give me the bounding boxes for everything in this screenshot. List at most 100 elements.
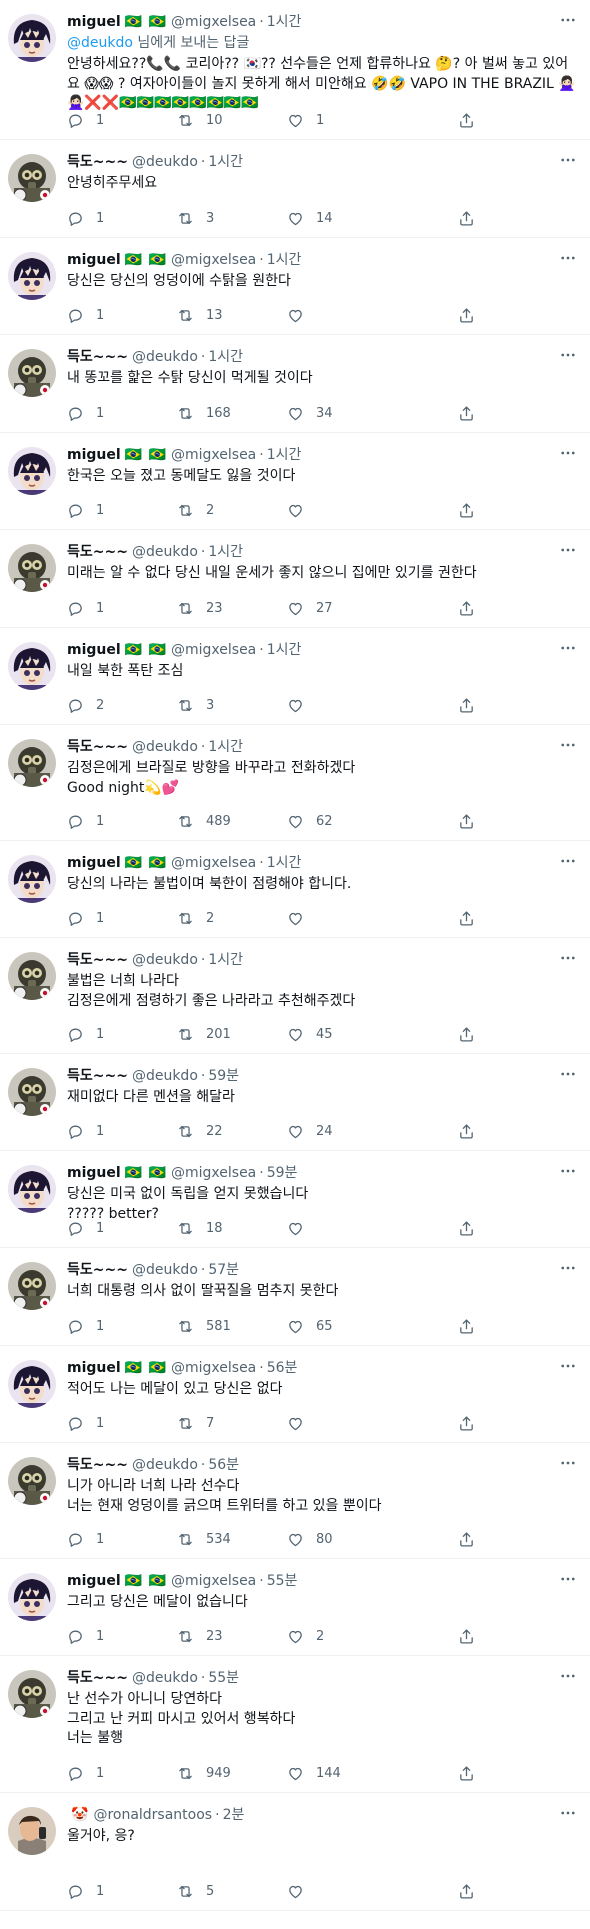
like-button[interactable] [287, 1883, 397, 1900]
display-name[interactable]: miguel [67, 853, 121, 873]
timestamp[interactable]: 59분 [267, 1163, 298, 1183]
display-name[interactable]: miguel [67, 1358, 121, 1378]
tweet[interactable]: miguel 🇧🇷 🇧🇷 @migxelsea · 1시간 당신의 나라는 불법이며 북한… [0, 841, 590, 938]
timestamp[interactable]: 1시간 [267, 640, 302, 660]
tweet[interactable]: 득도~~~ @deukdo · 59분 재미없다 다른 멘션을 해달라 1 22 24 [0, 1054, 590, 1151]
more-icon[interactable] [558, 1803, 578, 1823]
share-button[interactable] [458, 1765, 487, 1782]
user-handle[interactable]: @migxelsea [171, 853, 256, 873]
more-icon[interactable] [558, 948, 578, 968]
user-handle[interactable]: @deukdo [132, 347, 198, 367]
like-button[interactable]: 80 [287, 1531, 397, 1548]
user-handle[interactable]: @migxelsea [171, 1358, 256, 1378]
more-icon[interactable] [558, 443, 578, 463]
user-handle[interactable]: @migxelsea [171, 250, 256, 270]
like-button[interactable]: 14 [287, 210, 397, 227]
timestamp[interactable]: 1시간 [208, 950, 243, 970]
more-icon[interactable] [558, 248, 578, 268]
user-handle[interactable]: @migxelsea [171, 12, 256, 32]
retweet-button[interactable]: 10 [177, 112, 287, 129]
timestamp[interactable]: 57분 [208, 1260, 239, 1280]
like-button[interactable] [287, 1415, 397, 1432]
like-button[interactable] [287, 502, 397, 519]
display-name[interactable]: miguel [67, 1163, 121, 1183]
share-button[interactable] [458, 1123, 487, 1140]
tweet[interactable]: 득도~~~ @deukdo · 56분 니가 아니라 너희 나라 선수다 너는 현재 엉… [0, 1443, 590, 1559]
more-icon[interactable] [558, 150, 578, 170]
retweet-button[interactable]: 489 [177, 813, 287, 830]
retweet-button[interactable]: 949 [177, 1765, 287, 1782]
tweet[interactable]: 득도~~~ @deukdo · 57분 너희 대통령 의사 없이 딸꾹질을 멈추지 못한… [0, 1248, 590, 1346]
tweet[interactable]: 득도~~~ @deukdo · 1시간 내 똥꼬를 핥은 수탉 당신이 먹게될 것이다 1… [0, 335, 590, 433]
reply-button[interactable]: 1 [67, 307, 177, 324]
tweet[interactable]: 득도~~~ @deukdo · 55분 난 선수가 아니니 당연하다 그리고 난 커피 … [0, 1656, 590, 1793]
more-icon[interactable] [558, 345, 578, 365]
user-handle[interactable]: @migxelsea [171, 1571, 256, 1591]
display-name[interactable]: miguel [67, 640, 121, 660]
like-button[interactable]: 45 [287, 1026, 397, 1043]
avatar[interactable] [8, 1262, 56, 1310]
reply-button[interactable]: 1 [67, 112, 177, 129]
timestamp[interactable]: 55분 [208, 1668, 239, 1688]
avatar[interactable] [8, 855, 56, 903]
timestamp[interactable]: 1시간 [267, 12, 302, 32]
tweet[interactable]: 득도~~~ @deukdo · 1시간 미래는 알 수 없다 당신 내일 운세가 좋지 … [0, 530, 590, 628]
more-icon[interactable] [558, 1453, 578, 1473]
more-icon[interactable] [558, 1064, 578, 1084]
display-name[interactable]: 득도~~~ [67, 542, 128, 562]
timestamp[interactable]: 2분 [223, 1805, 245, 1825]
share-button[interactable] [458, 307, 487, 324]
tweet[interactable]: 득도~~~ @deukdo · 1시간 안녕히주무세요 1 3 14 [0, 140, 590, 238]
like-button[interactable]: 24 [287, 1123, 397, 1140]
user-handle[interactable]: @migxelsea [171, 445, 256, 465]
like-button[interactable]: 34 [287, 405, 397, 422]
retweet-button[interactable]: 23 [177, 1628, 287, 1645]
timestamp[interactable]: 55분 [267, 1571, 298, 1591]
retweet-button[interactable]: 7 [177, 1415, 287, 1432]
tweet[interactable]: miguel 🇧🇷 🇧🇷 @migxelsea · 56분 적어도 나는 메달이 있고 당… [0, 1346, 590, 1443]
share-button[interactable] [458, 1883, 487, 1900]
reply-button[interactable]: 2 [67, 697, 177, 714]
share-button[interactable] [458, 1318, 487, 1335]
reply-button[interactable]: 1 [67, 1531, 177, 1548]
like-button[interactable] [287, 910, 397, 927]
share-button[interactable] [458, 502, 487, 519]
reply-button[interactable]: 1 [67, 210, 177, 227]
user-handle[interactable]: @ronaldrsantoos [93, 1805, 212, 1825]
display-name[interactable]: 득도~~~ [67, 1066, 128, 1086]
timestamp[interactable]: 1시간 [267, 445, 302, 465]
share-button[interactable] [458, 1628, 487, 1645]
timestamp[interactable]: 1시간 [208, 152, 243, 172]
user-handle[interactable]: @deukdo [132, 1260, 198, 1280]
display-name[interactable]: 득도~~~ [67, 1260, 128, 1280]
display-name[interactable]: miguel [67, 1571, 121, 1591]
retweet-button[interactable]: 534 [177, 1531, 287, 1548]
more-icon[interactable] [558, 1569, 578, 1589]
display-name[interactable]: 득도~~~ [67, 737, 128, 757]
avatar[interactable] [8, 14, 56, 62]
retweet-button[interactable]: 3 [177, 697, 287, 714]
user-handle[interactable]: @deukdo [132, 1668, 198, 1688]
retweet-button[interactable]: 168 [177, 405, 287, 422]
avatar[interactable] [8, 447, 56, 495]
avatar[interactable] [8, 252, 56, 300]
retweet-button[interactable]: 3 [177, 210, 287, 227]
tweet[interactable]: 득도~~~ @deukdo · 1시간 불법은 너희 나라다 김정은에게 점령하기 좋은… [0, 938, 590, 1054]
display-name[interactable]: miguel [67, 445, 121, 465]
avatar[interactable] [8, 739, 56, 787]
avatar[interactable] [8, 349, 56, 397]
reply-button[interactable]: 1 [67, 1026, 177, 1043]
like-button[interactable] [287, 697, 397, 714]
tweet[interactable]: miguel 🇧🇷 🇧🇷 @migxelsea · 55분 그리고 당신은 메달이 없습니… [0, 1559, 590, 1656]
like-button[interactable] [287, 1220, 397, 1237]
share-button[interactable] [458, 813, 487, 830]
tweet[interactable]: miguel 🇧🇷 🇧🇷 @migxelsea · 1시간 한국은 오늘 졌고 동메달도 … [0, 433, 590, 530]
user-handle[interactable]: @deukdo [132, 737, 198, 757]
more-icon[interactable] [558, 1258, 578, 1278]
reply-button[interactable]: 1 [67, 1415, 177, 1432]
timestamp[interactable]: 59분 [208, 1066, 239, 1086]
display-name[interactable]: 득도~~~ [67, 1455, 128, 1475]
reply-button[interactable]: 1 [67, 405, 177, 422]
more-icon[interactable] [558, 540, 578, 560]
display-name[interactable]: 득도~~~ [67, 950, 128, 970]
